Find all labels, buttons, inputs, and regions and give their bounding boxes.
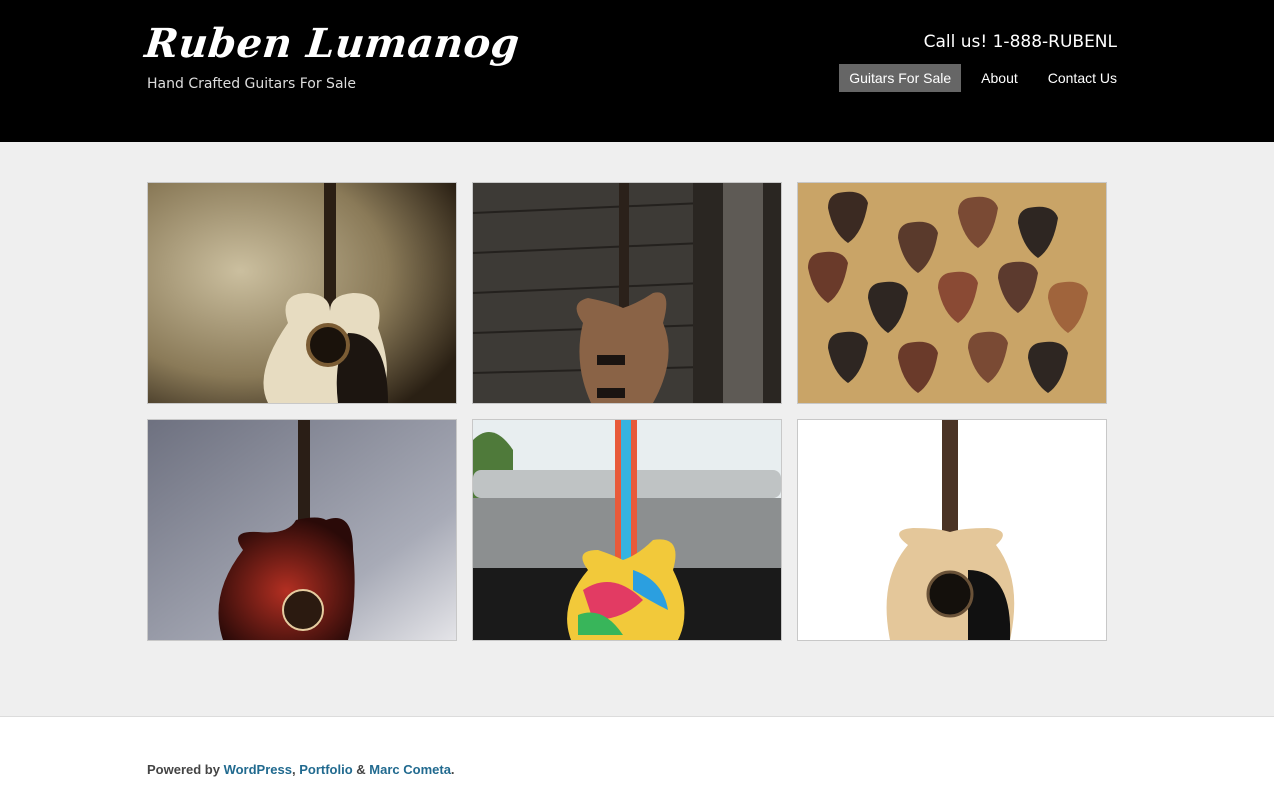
gallery-item-acoustic-beige[interactable]: [147, 182, 457, 404]
gallery-item-electric-wood[interactable]: [472, 182, 782, 404]
acoustic-guitar-image: [148, 183, 456, 403]
footer-link-marc-cometa[interactable]: Marc Cometa: [369, 762, 451, 777]
footer-sep: &: [352, 762, 370, 777]
gallery-item-painted-sculpture[interactable]: [472, 419, 782, 641]
nav-about[interactable]: About: [971, 64, 1028, 92]
gallery-item-sunburst[interactable]: [147, 419, 457, 641]
electric-guitar-image: [473, 183, 781, 403]
gallery-item-guitar-picks[interactable]: [797, 182, 1107, 404]
painted-guitar-image: [473, 420, 781, 640]
main-nav: Guitars For Sale About Contact Us: [829, 64, 1127, 92]
guitar-gallery: [147, 182, 1107, 641]
footer-link-wordpress[interactable]: WordPress: [224, 762, 292, 777]
site-header: Ruben Lumanog Hand Crafted Guitars For S…: [0, 0, 1274, 142]
guitar-picks-image: [798, 183, 1106, 403]
gallery-item-acoustic-white[interactable]: [797, 419, 1107, 641]
sunburst-guitar-image: [148, 420, 456, 640]
footer-link-portfolio[interactable]: Portfolio: [299, 762, 352, 777]
footer-suffix: .: [450, 762, 455, 777]
nav-contact-us[interactable]: Contact Us: [1038, 64, 1127, 92]
nav-guitars-for-sale[interactable]: Guitars For Sale: [839, 64, 962, 92]
footer-prefix: Powered by: [147, 762, 224, 777]
site-title[interactable]: Ruben Lumanog: [143, 20, 522, 67]
footer-credits: Powered by WordPress, Portfolio & Marc C…: [147, 762, 455, 777]
site-tagline: Hand Crafted Guitars For Sale: [147, 76, 357, 92]
call-us-phone: Call us! 1-888-RUBENL: [923, 32, 1117, 52]
site-footer: Powered by WordPress, Portfolio & Marc C…: [0, 716, 1274, 801]
acoustic-white-image: [798, 420, 1106, 640]
